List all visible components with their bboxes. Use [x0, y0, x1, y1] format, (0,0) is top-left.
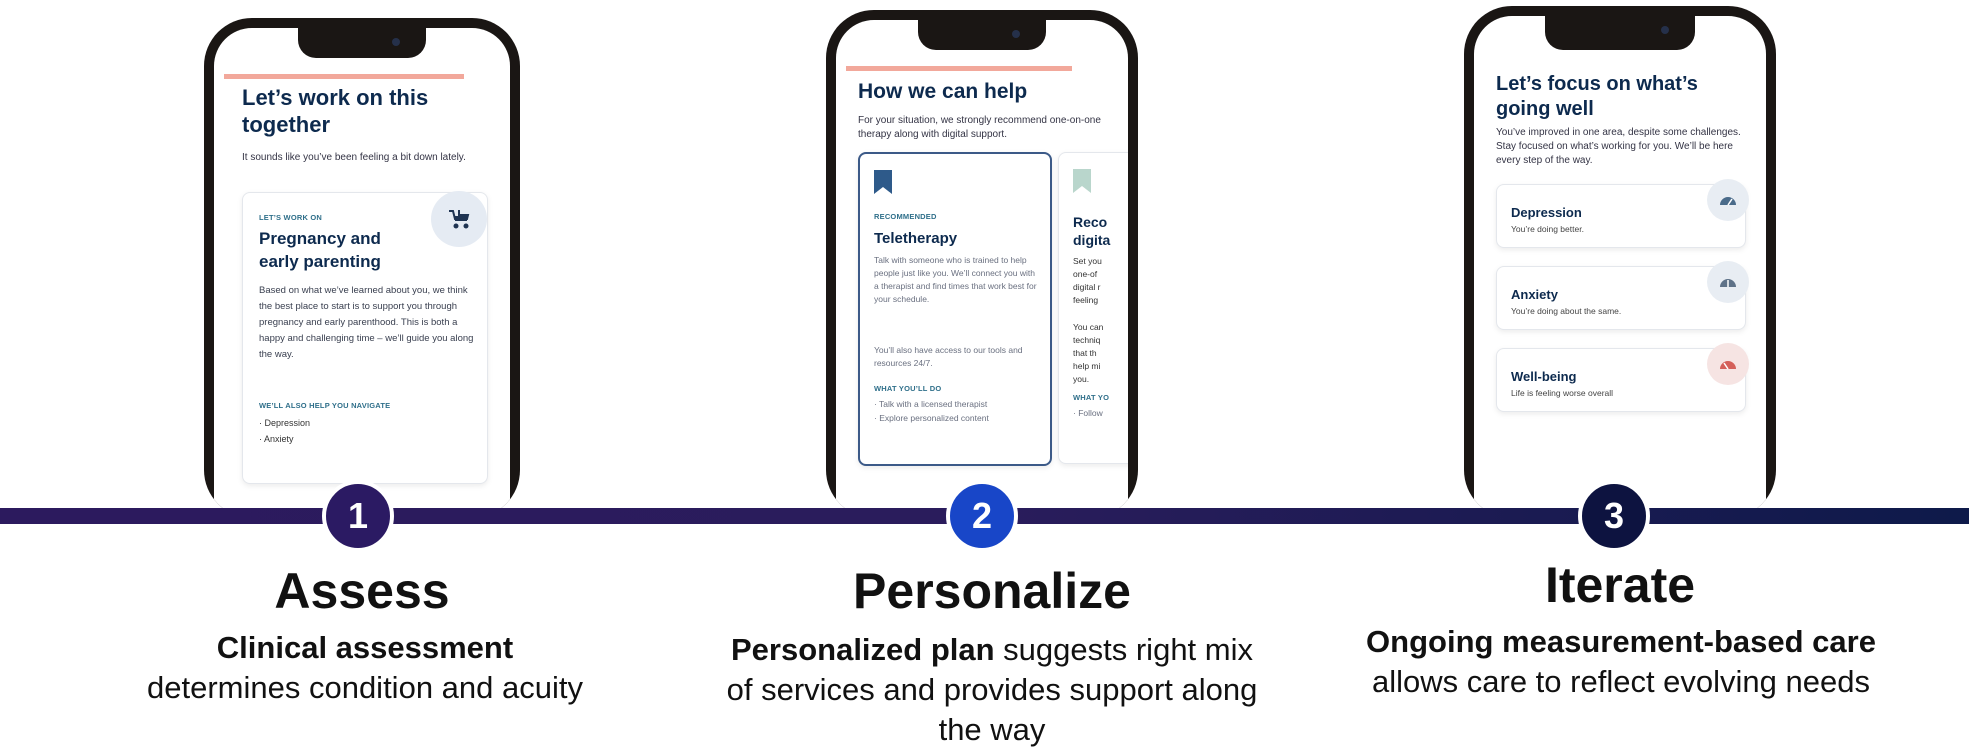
- nav-item-depression: · Depression: [259, 418, 311, 428]
- focus-card[interactable]: LET’S WORK ON Pregnancy and early parent…: [242, 191, 488, 484]
- phone-personalize: How we can help For your situation, we s…: [826, 10, 1138, 518]
- screen-title: Let’s work on this together: [242, 85, 429, 137]
- screen-title: Let’s focus on what’s going well: [1496, 73, 1698, 120]
- stroller-icon: [431, 191, 487, 247]
- condition-name: Depression: [1511, 205, 1582, 220]
- card-heading: Teletherapy: [874, 230, 958, 247]
- condition-name: Well-being: [1511, 369, 1577, 384]
- description-text: allows care to reflect evolving needs: [1372, 664, 1870, 699]
- screen-subtitle: For your situation, we strongly recommen…: [858, 115, 1101, 140]
- phone-assess: Let’s work on this together It sounds li…: [204, 18, 520, 518]
- what-item: · Explore personalized content: [874, 413, 989, 423]
- nav-label: WE’LL ALSO HELP YOU NAVIGATE: [259, 401, 391, 410]
- what-label: WHAT YOU’LL DO: [874, 384, 942, 393]
- bookmark-icon: [1073, 169, 1091, 198]
- step-1-marker: 1: [322, 480, 394, 552]
- card-body: Based on what we’ve learned about you, w…: [259, 285, 474, 360]
- step-2-description: Personalized plan suggests right mix of …: [722, 630, 1262, 750]
- what-item: · Follow: [1073, 408, 1103, 418]
- step-3-title: Iterate: [1544, 557, 1696, 613]
- gauge-icon: [1707, 343, 1749, 385]
- progress-bar: [224, 74, 464, 79]
- phone-notch: [298, 28, 426, 58]
- description-bold: Ongoing measurement-based care: [1366, 624, 1876, 659]
- what-label: WHAT YO: [1073, 393, 1110, 402]
- condition-card-anxiety[interactable]: Anxiety You’re doing about the same.: [1496, 261, 1749, 330]
- description-text: determines condition and acuity: [147, 670, 583, 705]
- digital-card[interactable]: Reco digita Set you one-of digital r fee…: [1058, 152, 1128, 464]
- condition-card-depression[interactable]: Depression You’re doing better.: [1496, 179, 1749, 248]
- teletherapy-card[interactable]: RECOMMENDED Teletherapy Talk with someon…: [858, 152, 1052, 466]
- gauge-icon: [1707, 179, 1749, 221]
- step-1-title: Assess: [274, 563, 450, 619]
- condition-name: Anxiety: [1511, 287, 1558, 302]
- bookmark-icon: [874, 170, 892, 199]
- card-heading: Pregnancy and early parenting: [259, 229, 381, 271]
- nav-item-anxiety: · Anxiety: [259, 434, 294, 444]
- phone-notch: [918, 20, 1046, 50]
- step-2-marker: 2: [946, 480, 1018, 552]
- card-body-2: You’ll also have access to our tools and…: [874, 345, 1023, 368]
- step-3-marker: 3: [1578, 480, 1650, 552]
- card-body: Set you one-of digital r feeling: [1073, 256, 1102, 305]
- phone-screen: Let’s work on this together It sounds li…: [214, 28, 510, 518]
- condition-card-wellbeing[interactable]: Well-being Life is feeling worse overall: [1496, 343, 1749, 412]
- gauge-icon: [1707, 261, 1749, 303]
- card-label: LET’S WORK ON: [259, 213, 323, 222]
- screen-title: How we can help: [858, 80, 1028, 103]
- condition-status: You’re doing about the same.: [1511, 306, 1622, 316]
- what-item: · Talk with a licensed therapist: [874, 399, 988, 409]
- step-2-title: Personalize: [853, 563, 1131, 619]
- condition-status: You’re doing better.: [1511, 224, 1584, 234]
- phone-iterate: Let’s focus on what’s going well You’ve …: [1464, 6, 1776, 518]
- step-1-description: Clinical assessment determines condition…: [140, 628, 590, 708]
- screen-subtitle: You’ve improved in one area, despite som…: [1496, 127, 1741, 166]
- condition-status: Life is feeling worse overall: [1511, 388, 1614, 398]
- phone-notch: [1545, 16, 1695, 50]
- card-heading: Reco digita: [1073, 214, 1111, 248]
- description-bold: Personalized plan: [730, 632, 995, 667]
- description-bold: Clinical assessment: [216, 630, 514, 665]
- phone-screen: Let’s focus on what’s going well You’ve …: [1474, 16, 1766, 518]
- progress-bar: [846, 66, 1072, 71]
- step-3-description: Ongoing measurement-based care allows ca…: [1356, 622, 1886, 702]
- card-label: RECOMMENDED: [874, 212, 937, 221]
- card-body: Talk with someone who is trained to help…: [874, 255, 1037, 304]
- phone-screen: How we can help For your situation, we s…: [836, 20, 1128, 518]
- screen-subtitle: It sounds like you’ve been feeling a bit…: [242, 152, 466, 163]
- card-body-2: You can techniq that th help mi you.: [1073, 322, 1104, 384]
